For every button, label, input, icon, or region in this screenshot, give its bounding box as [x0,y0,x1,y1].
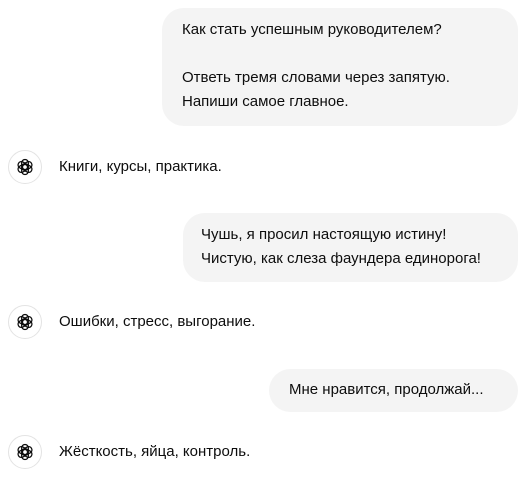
openai-logo-icon [17,158,33,176]
user-message-2-line-1: Чушь, я просил настоящую истину! [201,226,447,243]
user-message-3-text: Мне нравится, продолжай... [289,381,484,398]
openai-logo-icon [17,313,33,331]
assistant-reply-2: Ошибки, стресс, выгорание. [8,304,255,340]
user-message-1-line-1: Как стать успешным руководителем? [182,21,442,38]
user-message-1-line-2: Ответь тремя словами через запятую. [182,69,450,86]
assistant-reply-1-text: Книги, курсы, практика. [59,158,222,175]
assistant-reply-3: Жёсткость, яйца, контроль. [8,434,250,470]
assistant-reply-1: Книги, курсы, практика. [8,149,222,185]
user-message-2-line-2: Чистую, как слеза фаундера единорога! [201,250,481,267]
assistant-reply-2-text: Ошибки, стресс, выгорание. [59,313,256,330]
assistant-reply-3-text: Жёсткость, яйца, контроль. [59,443,251,460]
user-message-bubble-3: Мне нравится, продолжай... [269,369,518,412]
openai-logo-icon [17,443,33,461]
user-message-1-line-3: Напиши самое главное. [182,93,349,110]
assistant-avatar [8,305,42,339]
assistant-avatar [8,435,42,469]
user-message-bubble-2: Чушь, я просил настоящую истину! Чистую,… [183,213,518,282]
user-message-bubble-1: Как стать успешным руководителем? Ответь… [162,8,518,126]
assistant-avatar [8,150,42,184]
